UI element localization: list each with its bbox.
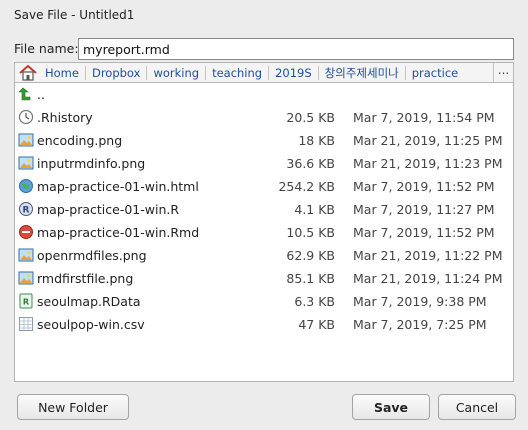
file-date: Mar 7, 2019, 11:54 PM: [353, 110, 495, 125]
history-file-icon: [18, 109, 34, 125]
rmd-file-icon: [18, 224, 34, 240]
rdata-file-icon: R: [18, 293, 34, 309]
image-file-icon: [18, 155, 34, 171]
list-item[interactable]: rmdfirstfile.png 85.1 KB Mar 21, 2019, 1…: [15, 267, 513, 290]
file-name: map-practice-01-win.R: [37, 202, 180, 217]
list-item[interactable]: map-practice-01-win.Rmd 10.5 KB Mar 7, 2…: [15, 221, 513, 244]
breadcrumb-separator: [404, 65, 406, 80]
file-name: .Rhistory: [37, 110, 93, 125]
list-item[interactable]: inputrmdinfo.png 36.6 KB Mar 21, 2019, 1…: [15, 152, 513, 175]
file-size: 10.5 KB: [286, 225, 335, 240]
breadcrumb-home[interactable]: Home: [41, 66, 83, 80]
up-arrow-icon: [18, 86, 34, 102]
filename-label: File name:: [14, 41, 79, 56]
list-item[interactable]: seoulpop-win.csv 47 KB Mar 7, 2019, 7:25…: [15, 313, 513, 336]
file-date: Mar 7, 2019, 11:27 PM: [353, 202, 495, 217]
list-item[interactable]: .Rhistory 20.5 KB Mar 7, 2019, 11:54 PM: [15, 106, 513, 129]
list-item[interactable]: map-practice-01-win.html 254.2 KB Mar 7,…: [15, 175, 513, 198]
list-item[interactable]: encoding.png 18 KB Mar 21, 2019, 11:25 P…: [15, 129, 513, 152]
dialog-title: Save File - Untitled1: [0, 0, 528, 30]
file-size: 20.5 KB: [286, 110, 335, 125]
image-file-icon: [18, 270, 34, 286]
file-name: map-practice-01-win.html: [37, 179, 199, 194]
html-file-icon: [18, 178, 34, 194]
file-date: Mar 7, 2019, 11:52 PM: [353, 225, 495, 240]
file-date: Mar 7, 2019, 11:52 PM: [353, 179, 495, 194]
save-button[interactable]: Save: [352, 394, 430, 420]
list-item[interactable]: openrmdfiles.png 62.9 KB Mar 21, 2019, 1…: [15, 244, 513, 267]
file-date: Mar 7, 2019, 7:25 PM: [353, 317, 487, 332]
file-date: Mar 21, 2019, 11:25 PM: [353, 133, 503, 148]
svg-text:R: R: [23, 206, 30, 216]
file-date: Mar 21, 2019, 11:24 PM: [353, 271, 503, 286]
breadcrumb-separator: [268, 65, 270, 80]
file-date: Mar 7, 2019, 9:38 PM: [353, 294, 487, 309]
breadcrumb-separator: [146, 65, 148, 80]
file-name: seoulmap.RData: [37, 294, 141, 309]
breadcrumb-more-button[interactable]: ...: [493, 63, 513, 82]
file-size: 85.1 KB: [286, 271, 335, 286]
file-name: rmdfirstfile.png: [37, 271, 134, 286]
file-name: ..: [37, 87, 45, 102]
breadcrumb-teaching[interactable]: teaching: [208, 66, 266, 80]
csv-file-icon: [18, 316, 34, 332]
file-list[interactable]: .. .Rhistory 20.5 KB Mar 7, 2019, 11:54 …: [14, 82, 514, 382]
file-name: openrmdfiles.png: [37, 248, 147, 263]
file-size: 18 KB: [298, 133, 335, 148]
file-name: seoulpop-win.csv: [37, 317, 145, 332]
list-item[interactable]: R map-practice-01-win.R 4.1 KB Mar 7, 20…: [15, 198, 513, 221]
breadcrumb: Home Dropbox working teaching 2019S 창의주제…: [14, 62, 514, 82]
file-size: 6.3 KB: [294, 294, 335, 309]
breadcrumb-2019s[interactable]: 2019S: [271, 66, 316, 80]
image-file-icon: [18, 247, 34, 263]
breadcrumb-separator: [84, 65, 86, 80]
breadcrumb-practice[interactable]: practice: [408, 66, 463, 80]
svg-text:R: R: [23, 298, 29, 307]
filename-input[interactable]: [78, 38, 514, 60]
breadcrumb-working[interactable]: working: [149, 66, 203, 80]
image-file-icon: [18, 132, 34, 148]
breadcrumb-separator: [205, 65, 207, 80]
filename-row: File name:: [14, 38, 514, 60]
list-item-parent[interactable]: ..: [15, 83, 513, 106]
file-size: 47 KB: [298, 317, 335, 332]
file-name: encoding.png: [37, 133, 123, 148]
file-date: Mar 21, 2019, 11:22 PM: [353, 248, 503, 263]
file-name: map-practice-01-win.Rmd: [37, 225, 200, 240]
home-icon[interactable]: [19, 64, 41, 82]
breadcrumb-separator: [317, 65, 319, 80]
cancel-button[interactable]: Cancel: [438, 394, 516, 420]
save-file-dialog: Save File - Untitled1 File name: Home Dr…: [0, 0, 528, 430]
file-size: 62.9 KB: [286, 248, 335, 263]
file-name: inputrmdinfo.png: [37, 156, 146, 171]
file-date: Mar 21, 2019, 11:23 PM: [353, 156, 503, 171]
file-size: 36.6 KB: [286, 156, 335, 171]
list-item[interactable]: R seoulmap.RData 6.3 KB Mar 7, 2019, 9:3…: [15, 290, 513, 313]
file-size: 4.1 KB: [294, 202, 335, 217]
r-script-icon: R: [18, 201, 34, 217]
file-size: 254.2 KB: [278, 179, 335, 194]
breadcrumb-seminar[interactable]: 창의주제세미나: [321, 65, 403, 81]
breadcrumb-dropbox[interactable]: Dropbox: [88, 66, 144, 80]
new-folder-button[interactable]: New Folder: [17, 394, 129, 420]
